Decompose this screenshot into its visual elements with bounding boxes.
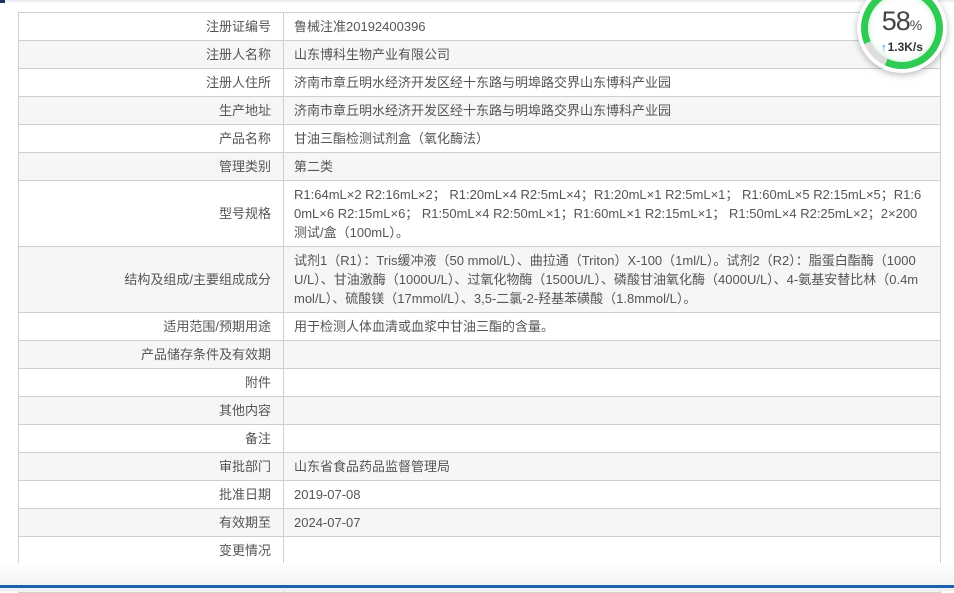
table-row: 结构及组成/主要组成成分试剂1（R1）：Tris缓冲液（50 mmol/L）、曲…	[19, 247, 940, 313]
field-value: 山东省食品药品监督管理局	[283, 453, 940, 480]
corner-mark	[0, 0, 5, 3]
table-row: 附件	[19, 369, 940, 397]
field-label: 附件	[19, 369, 283, 396]
field-label: 型号规格	[19, 181, 283, 246]
field-label: 产品储存条件及有效期	[19, 341, 283, 368]
table-row: 注册人名称山东博科生物产业有限公司	[19, 41, 940, 69]
field-value: 用于检测人体血清或血浆中甘油三酯的含量。	[283, 313, 940, 340]
field-label: 注册证编号	[19, 13, 283, 40]
table-row: 产品名称甘油三酯检测试剂盒（氧化酶法）	[19, 125, 940, 153]
page-top-strip	[0, 0, 954, 2]
field-label: 审批部门	[19, 453, 283, 480]
field-value: 2019-07-08	[283, 481, 940, 508]
field-value: 山东博科生物产业有限公司	[283, 41, 940, 68]
field-value: 试剂1（R1）：Tris缓冲液（50 mmol/L）、曲拉通（Triton）X-…	[283, 247, 940, 312]
field-value: 鲁械注准20192400396	[283, 13, 940, 40]
field-label: 注册人住所	[19, 69, 283, 96]
field-label: 注册人名称	[19, 41, 283, 68]
table-row: 变更情况	[19, 537, 940, 565]
table-row: 生产地址济南市章丘明水经济开发区经十东路与明埠路交界山东博科产业园	[19, 97, 940, 125]
field-label: 产品名称	[19, 125, 283, 152]
field-label: 批准日期	[19, 481, 283, 508]
table-row: 有效期至2024-07-07	[19, 509, 940, 537]
field-label: 适用范围/预期用途	[19, 313, 283, 340]
field-value: R1:64mL×2 R2:16mL×2； R1:20mL×4 R2:5mL×4；…	[283, 181, 940, 246]
field-label: 有效期至	[19, 509, 283, 536]
registration-info-table: 注册证编号鲁械注准20192400396注册人名称山东博科生物产业有限公司注册人…	[18, 12, 941, 593]
field-label: 其他内容	[19, 397, 283, 424]
download-speed: ↑1.3K/s	[881, 40, 923, 56]
field-value	[283, 369, 940, 396]
table-row: 适用范围/预期用途用于检测人体血清或血浆中甘油三酯的含量。	[19, 313, 940, 341]
field-label: 变更情况	[19, 537, 283, 564]
field-value: 甘油三酯检测试剂盒（氧化酶法）	[283, 125, 940, 152]
field-value: 第二类	[283, 153, 940, 180]
field-value	[283, 397, 940, 424]
field-label: 管理类别	[19, 153, 283, 180]
field-label: 生产地址	[19, 97, 283, 124]
table-row: 批准日期2019-07-08	[19, 481, 940, 509]
table-row: 其他内容	[19, 397, 940, 425]
progress-percent: 58%	[882, 8, 923, 39]
page-bottom-fade	[0, 563, 954, 585]
field-value	[283, 537, 940, 564]
field-label: 备注	[19, 425, 283, 452]
field-value: 2024-07-07	[283, 509, 940, 536]
field-value: 济南市章丘明水经济开发区经十东路与明埠路交界山东博科产业园	[283, 69, 940, 96]
table-row: 型号规格R1:64mL×2 R2:16mL×2； R1:20mL×4 R2:5m…	[19, 181, 940, 247]
table-row: 备注	[19, 425, 940, 453]
field-value	[283, 425, 940, 452]
field-value: 济南市章丘明水经济开发区经十东路与明埠路交界山东博科产业园	[283, 97, 940, 124]
field-label: 结构及组成/主要组成成分	[19, 247, 283, 312]
table-row: 审批部门山东省食品药品监督管理局	[19, 453, 940, 481]
percent-sign: %	[910, 17, 922, 33]
up-arrow-icon: ↑	[881, 42, 887, 54]
table-row: 注册人住所济南市章丘明水经济开发区经十东路与明埠路交界山东博科产业园	[19, 69, 940, 97]
table-row: 注册证编号鲁械注准20192400396	[19, 13, 940, 41]
table-row: 管理类别第二类	[19, 153, 940, 181]
speed-value: 1.3K/s	[888, 40, 923, 54]
table-row: 产品储存条件及有效期	[19, 341, 940, 369]
field-value	[283, 341, 940, 368]
